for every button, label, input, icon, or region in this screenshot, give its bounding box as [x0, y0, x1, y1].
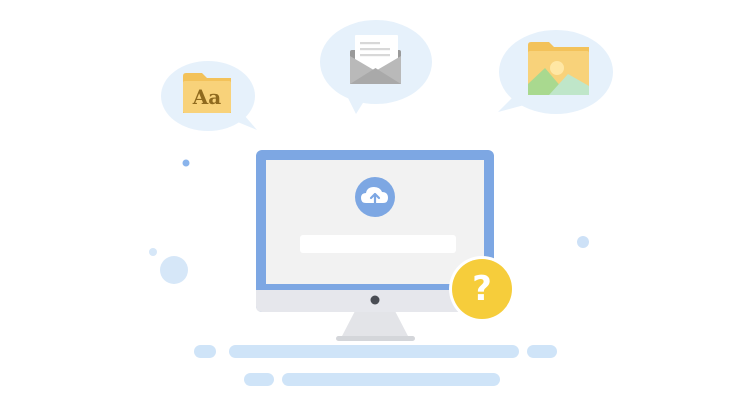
illustration: Aa ? — [0, 0, 750, 404]
font-folder-label: Aa — [192, 85, 222, 109]
scene — [149, 20, 613, 386]
floor-lines — [194, 345, 557, 386]
cloud-upload-icon — [355, 177, 395, 217]
image-bubble — [498, 30, 613, 114]
envelope-icon — [350, 35, 401, 84]
upload-progress-field — [300, 235, 456, 253]
image-folder-icon — [528, 42, 589, 95]
help-badge-label: ? — [472, 269, 492, 309]
mail-bubble — [320, 20, 432, 114]
